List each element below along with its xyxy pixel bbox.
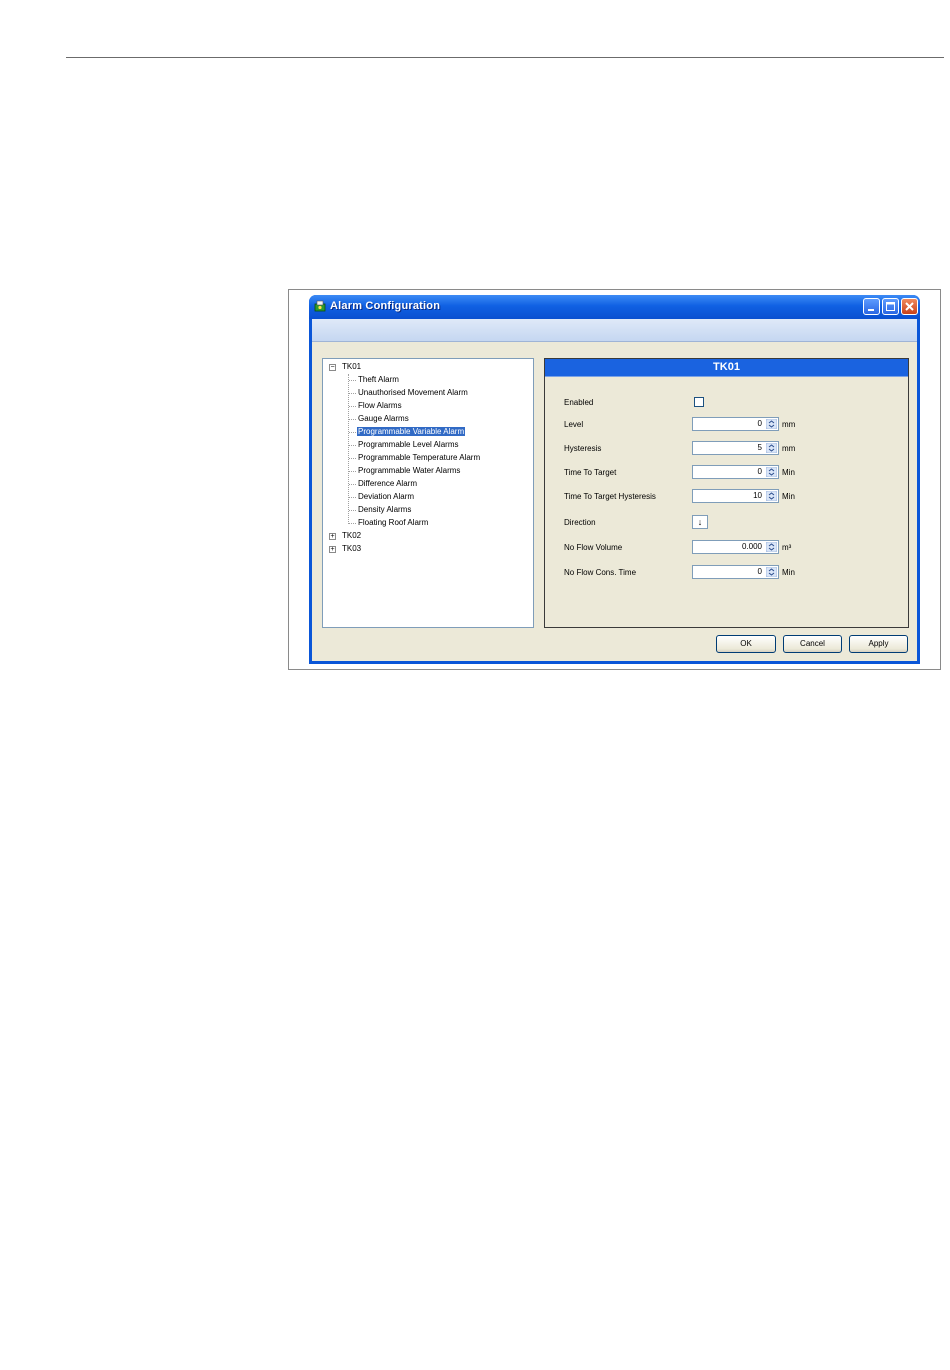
tree-connector <box>349 393 356 394</box>
spinner-icon[interactable] <box>766 567 777 577</box>
title-bar[interactable]: Alarm Configuration <box>309 295 920 319</box>
tree-connector <box>349 380 356 381</box>
no-flow-volume-input[interactable]: 0.000 <box>692 540 779 554</box>
toolbar-band <box>312 319 917 342</box>
app-icon <box>314 300 326 312</box>
tree-item-programmable-variable-alarm[interactable]: Programmable Variable Alarm <box>357 426 466 438</box>
direction-select[interactable]: ↓ <box>692 515 708 529</box>
tree-item-label: Flow Alarms <box>358 401 402 410</box>
tree-node-label: TK03 <box>342 544 362 553</box>
tree-item-flow-alarms[interactable]: Flow Alarms <box>357 400 403 412</box>
level-value: 0 <box>757 419 762 428</box>
tree-item-label: Programmable Water Alarms <box>358 466 461 475</box>
tree-item-label: Floating Roof Alarm <box>358 518 429 527</box>
level-label: Level <box>564 420 584 429</box>
tree-item-theft-alarm[interactable]: Theft Alarm <box>357 374 400 386</box>
tree-item-unauthorised-movement-alarm[interactable]: Unauthorised Movement Alarm <box>357 387 469 399</box>
alarm-tree[interactable]: − TK01 Theft Alarm Unauthorised Movement… <box>322 358 534 628</box>
enabled-checkbox[interactable] <box>694 397 704 407</box>
ok-button[interactable]: OK <box>716 635 776 653</box>
spinner-icon[interactable] <box>766 467 777 477</box>
enabled-label: Enabled <box>564 398 594 407</box>
direction-label: Direction <box>564 518 596 527</box>
tree-connector <box>349 471 356 472</box>
no-flow-cons-time-label: No Flow Cons. Time <box>564 568 637 577</box>
time-to-target-hysteresis-unit: Min <box>782 492 795 501</box>
tree-connector <box>349 406 356 407</box>
tree-connector <box>349 419 356 420</box>
tree-item-gauge-alarms[interactable]: Gauge Alarms <box>357 413 410 425</box>
tree-item-floating-roof-alarm[interactable]: Floating Roof Alarm <box>357 517 429 529</box>
no-flow-cons-time-unit: Min <box>782 568 795 577</box>
minimize-icon <box>868 309 874 311</box>
tree-item-label: Gauge Alarms <box>358 414 409 423</box>
level-unit: mm <box>782 420 796 429</box>
tree-connector <box>348 374 349 524</box>
tree-node-label: TK02 <box>342 531 362 540</box>
collapse-icon[interactable]: − <box>329 364 336 371</box>
tree-item-difference-alarm[interactable]: Difference Alarm <box>357 478 418 490</box>
tree-item-label: Density Alarms <box>358 505 412 514</box>
tree-connector <box>349 484 356 485</box>
tree-connector <box>349 510 356 511</box>
tree-item-label: Programmable Level Alarms <box>358 440 459 449</box>
tree-connector <box>349 497 356 498</box>
close-button[interactable] <box>901 298 918 315</box>
tree-item-label: Difference Alarm <box>358 479 417 488</box>
expand-icon[interactable]: + <box>329 533 336 540</box>
no-flow-cons-time-input[interactable]: 0 <box>692 565 779 579</box>
tree-connector <box>349 458 356 459</box>
minimize-button[interactable] <box>863 298 880 315</box>
tree-node-label: TK01 <box>342 362 362 371</box>
alarm-properties-panel: TK01 Enabled Level 0 mm Hysteresis 5 mm … <box>544 358 909 628</box>
tree-item-density-alarms[interactable]: Density Alarms <box>357 504 412 516</box>
tree-item-programmable-water-alarms[interactable]: Programmable Water Alarms <box>357 465 461 477</box>
dialog-client-area: − TK01 Theft Alarm Unauthorised Movement… <box>312 319 917 661</box>
time-to-target-label: Time To Target <box>564 468 617 477</box>
no-flow-cons-time-value: 0 <box>757 567 762 576</box>
spinner-icon[interactable] <box>766 491 777 501</box>
hysteresis-value: 5 <box>757 443 762 452</box>
time-to-target-hysteresis-input[interactable]: 10 <box>692 489 779 503</box>
apply-button[interactable]: Apply <box>849 635 908 653</box>
hysteresis-input[interactable]: 5 <box>692 441 779 455</box>
tree-connector <box>349 445 356 446</box>
panel-title: TK01 <box>545 359 908 377</box>
page-rule <box>66 57 944 58</box>
time-to-target-hysteresis-value: 10 <box>753 491 762 500</box>
maximize-icon <box>886 302 895 311</box>
time-to-target-value: 0 <box>757 467 762 476</box>
time-to-target-hysteresis-label: Time To Target Hysteresis <box>564 492 656 501</box>
tree-connector <box>349 523 356 524</box>
expand-icon[interactable]: + <box>329 546 336 553</box>
tree-item-label: Unauthorised Movement Alarm <box>358 388 468 397</box>
tree-item-deviation-alarm[interactable]: Deviation Alarm <box>357 491 415 503</box>
level-input[interactable]: 0 <box>692 417 779 431</box>
tree-item-label: Deviation Alarm <box>358 492 415 501</box>
tree-item-label: Theft Alarm <box>358 375 399 384</box>
tree-item-label-selected: Programmable Variable Alarm <box>357 427 466 436</box>
time-to-target-input[interactable]: 0 <box>692 465 779 479</box>
spinner-icon[interactable] <box>766 419 777 429</box>
hysteresis-label: Hysteresis <box>564 444 602 453</box>
alarm-configuration-window: Alarm Configuration − TK01 Theft Alarm U… <box>309 295 920 664</box>
no-flow-volume-value: 0.000 <box>741 542 762 551</box>
no-flow-volume-label: No Flow Volume <box>564 543 623 552</box>
no-flow-volume-unit: m³ <box>782 543 792 552</box>
hysteresis-unit: mm <box>782 444 796 453</box>
cancel-button[interactable]: Cancel <box>783 635 842 653</box>
maximize-button[interactable] <box>882 298 899 315</box>
close-icon <box>905 302 914 311</box>
window-title: Alarm Configuration <box>330 300 441 312</box>
spinner-icon[interactable] <box>766 542 777 552</box>
tree-connector <box>349 432 356 433</box>
tree-item-label: Programmable Temperature Alarm <box>358 453 481 462</box>
time-to-target-unit: Min <box>782 468 795 477</box>
tree-item-programmable-temperature-alarm[interactable]: Programmable Temperature Alarm <box>357 452 481 464</box>
spinner-icon[interactable] <box>766 443 777 453</box>
tree-item-programmable-level-alarms[interactable]: Programmable Level Alarms <box>357 439 459 451</box>
